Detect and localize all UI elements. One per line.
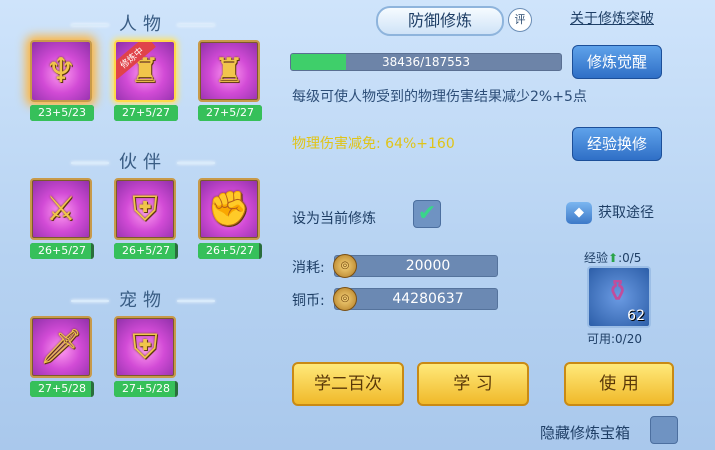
stat-line: 物理伤害减免: 64%+160 xyxy=(292,136,455,152)
progress-text: 38436/187553 xyxy=(381,55,471,69)
learn-button[interactable]: 学 习 xyxy=(417,362,529,406)
source-icon[interactable]: ◆ xyxy=(566,202,592,224)
breakthrough-link[interactable]: 关于修炼突破 xyxy=(570,8,654,28)
page-title: 防御修炼 xyxy=(376,6,504,36)
vase-icon: ⚱ xyxy=(605,274,631,309)
learn-200-button[interactable]: 学二百次 xyxy=(292,362,404,406)
hide-chest-label: 隐藏修炼宝箱 xyxy=(540,424,631,442)
set-current-label: 设为当前修炼 xyxy=(292,211,376,227)
character-slot-3[interactable]: ♜ 27+5/27 xyxy=(198,40,262,121)
level-bar: 26+5/27 xyxy=(30,243,94,259)
usable-count: 可用:0/20 xyxy=(587,332,642,346)
cultivation-progress-bar: 38436/187553 xyxy=(290,53,562,71)
character-slot-2[interactable]: ♜ 修炼中 27+5/27 xyxy=(114,40,178,121)
consume-value: 20000 xyxy=(405,258,451,274)
rate-icon[interactable]: 评 xyxy=(508,8,532,32)
character-slot-1[interactable]: ♆ 23+5/23 xyxy=(30,40,94,121)
armor-icon: ♜ 修炼中 xyxy=(114,40,176,102)
gauntlet-lion-icon: ✊ xyxy=(198,178,260,240)
shield-cat-icon: ⛨ xyxy=(114,316,176,378)
coin-box: ◎ 44280637 xyxy=(333,287,498,311)
item-count: 62 xyxy=(627,308,645,324)
exp-item-label: 经验⬆:0/5 xyxy=(584,251,642,265)
level-bar: 26+5/27 xyxy=(198,243,262,259)
hide-chest-checkbox[interactable] xyxy=(650,416,678,444)
exp-item-slot[interactable]: ⚱ 62 xyxy=(587,266,651,328)
level-bar: 26+5/27 xyxy=(114,243,178,259)
sword-lion-icon: ⚔ xyxy=(30,178,92,240)
section-title-pets: 宠物 xyxy=(8,286,278,312)
section-title-partners: 伙伴 xyxy=(8,148,278,174)
shield-lion-icon: ⛨ xyxy=(114,178,176,240)
partner-slot-2[interactable]: ⛨ 26+5/27 xyxy=(114,178,178,259)
cultivation-target-panel: 人物 ♆ 23+5/23 ♜ 修炼中 27+5/27 ♜ 27+5/27 伙伴 ⚔… xyxy=(8,0,278,450)
description-text: 每级可使人物受到的物理伤害结果减少2%+5点 xyxy=(292,89,587,105)
source-link[interactable]: 获取途径 xyxy=(598,202,654,222)
set-current-checkbox[interactable]: ✔ xyxy=(413,200,441,228)
coin-label: 铜币: xyxy=(292,293,325,309)
level-bar: 27+5/28 xyxy=(30,381,94,397)
level-bar: 23+5/23 xyxy=(30,105,94,121)
level-bar: 27+5/27 xyxy=(114,105,178,121)
partner-slot-1[interactable]: ⚔ 26+5/27 xyxy=(30,178,94,259)
pet-slot-2[interactable]: ⛨ 27+5/28 xyxy=(114,316,178,397)
armor-icon: ♜ xyxy=(198,40,260,102)
partner-slot-3[interactable]: ✊ 26+5/27 xyxy=(198,178,262,259)
consume-label: 消耗: xyxy=(292,260,325,276)
monk-icon: ♆ xyxy=(30,40,92,102)
exp-swap-button[interactable]: 经验换修 xyxy=(572,127,662,161)
coin-icon: ◎ xyxy=(333,254,357,278)
level-bar: 27+5/27 xyxy=(198,105,262,121)
coin-icon: ◎ xyxy=(333,287,357,311)
pet-slot-1[interactable]: 🗡 27+5/28 xyxy=(30,316,94,397)
cultivation-detail-panel: 防御修炼 评 关于修炼突破 38436/187553 修炼觉醒 每级可使人物受到… xyxy=(282,0,715,450)
coin-value: 44280637 xyxy=(392,291,464,307)
consume-box: ◎ 20000 xyxy=(333,254,498,278)
level-bar: 27+5/28 xyxy=(114,381,178,397)
use-button[interactable]: 使 用 xyxy=(564,362,674,406)
awaken-button[interactable]: 修炼觉醒 xyxy=(572,45,662,79)
sword-cat-icon: 🗡 xyxy=(30,316,92,378)
section-title-characters: 人物 xyxy=(8,10,278,36)
